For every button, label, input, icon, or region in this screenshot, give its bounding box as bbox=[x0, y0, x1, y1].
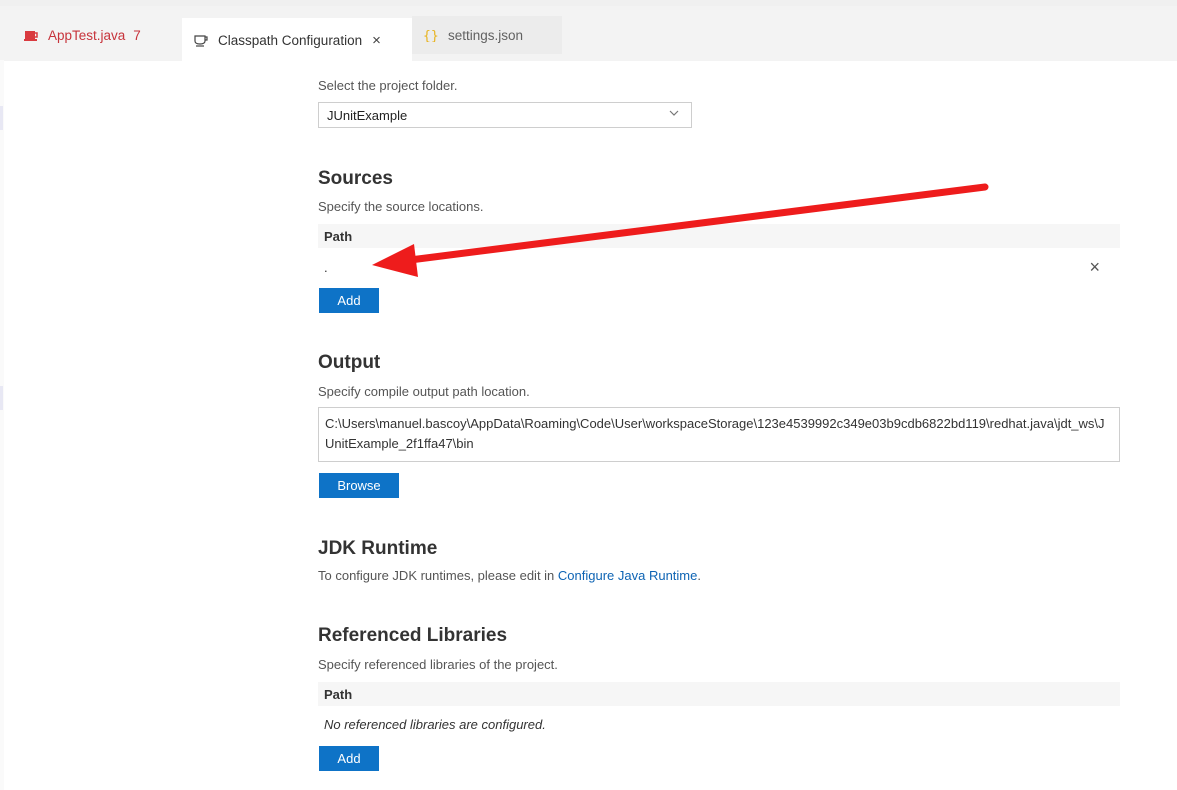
output-path-field[interactable]: C:\Users\manuel.bascoy\AppData\Roaming\C… bbox=[318, 407, 1120, 462]
problems-count-badge: 7 bbox=[133, 27, 141, 43]
project-folder-value: JUnitExample bbox=[327, 107, 408, 123]
tab-apptest-java[interactable]: AppTest.java 7 bbox=[12, 16, 172, 54]
tab-label: Classpath Configuration bbox=[218, 32, 363, 48]
tab-label: AppTest.java bbox=[48, 27, 126, 43]
tab-label: settings.json bbox=[448, 27, 524, 43]
json-braces-icon: {} bbox=[422, 27, 440, 43]
chevron-down-icon bbox=[669, 109, 679, 120]
add-library-button[interactable]: Add bbox=[319, 746, 379, 771]
referenced-libraries-description: Specify referenced libraries of the proj… bbox=[318, 657, 558, 672]
libraries-table-header: Path bbox=[318, 682, 1120, 706]
gutter-marker bbox=[0, 386, 3, 410]
java-icon bbox=[22, 27, 40, 43]
svg-text:{}: {} bbox=[423, 29, 439, 42]
source-path: . bbox=[324, 259, 328, 275]
sources-description: Specify the source locations. bbox=[318, 199, 484, 214]
jdk-runtime-heading: JDK Runtime bbox=[318, 538, 438, 559]
configure-java-runtime-link[interactable]: Configure Java Runtime bbox=[558, 568, 697, 583]
jdk-runtime-suffix: . bbox=[697, 568, 701, 583]
tab-settings-json[interactable]: {} settings.json bbox=[412, 16, 562, 54]
libraries-empty-message: No referenced libraries are configured. bbox=[324, 716, 546, 732]
referenced-libraries-heading: Referenced Libraries bbox=[318, 625, 508, 646]
left-gutter bbox=[0, 60, 4, 790]
gutter-marker bbox=[0, 106, 3, 130]
tab-classpath-configuration[interactable]: Classpath Configuration × bbox=[182, 18, 412, 62]
remove-source-icon[interactable]: × bbox=[1089, 257, 1100, 278]
project-folder-select[interactable]: JUnitExample bbox=[318, 102, 692, 128]
table-row: . × bbox=[318, 253, 1120, 281]
sources-heading: Sources bbox=[318, 168, 393, 189]
output-heading: Output bbox=[318, 352, 381, 373]
jdk-runtime-instruction: To configure JDK runtimes, please edit i… bbox=[318, 568, 558, 583]
output-description: Specify compile output path location. bbox=[318, 384, 530, 399]
add-source-button[interactable]: Add bbox=[319, 288, 379, 313]
close-icon[interactable]: × bbox=[372, 32, 381, 49]
jdk-runtime-text: To configure JDK runtimes, please edit i… bbox=[318, 568, 701, 583]
browse-button[interactable]: Browse bbox=[319, 473, 399, 498]
coffee-icon bbox=[192, 32, 210, 48]
sources-table-header: Path bbox=[318, 224, 1120, 248]
project-folder-label: Select the project folder. bbox=[318, 78, 458, 93]
editor-tab-bar: AppTest.java 7 Classpath Configuration ×… bbox=[0, 6, 1177, 62]
